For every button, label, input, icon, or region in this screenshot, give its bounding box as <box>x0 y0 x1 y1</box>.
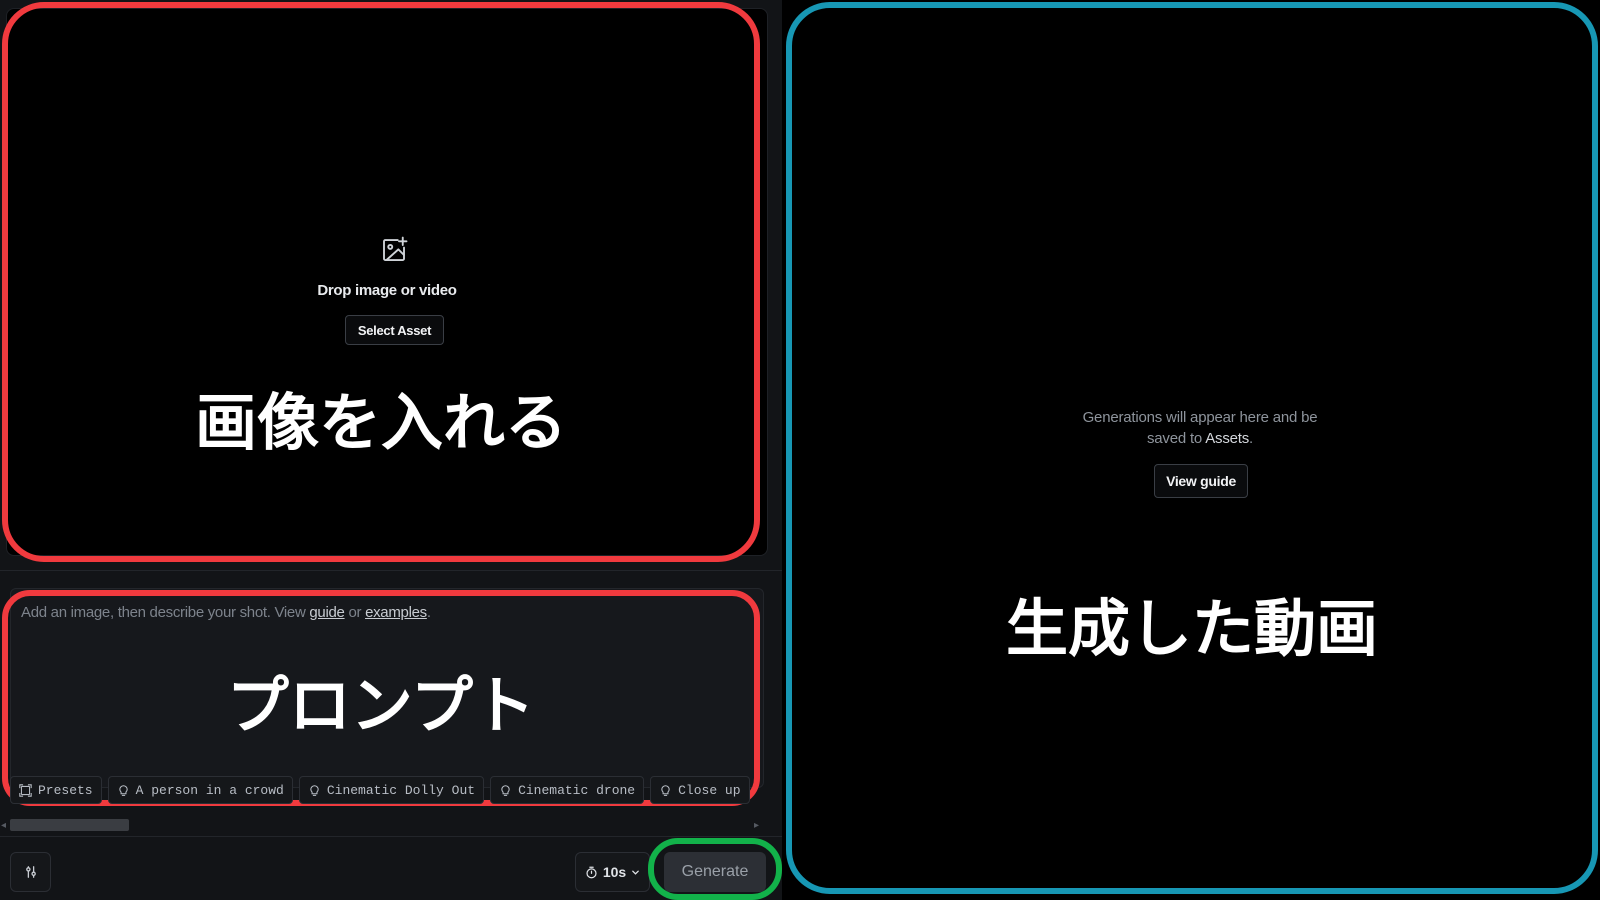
annotation-label-image-input: 画像を入れる <box>194 386 567 459</box>
empty-message-line2: saved to Assets. <box>1050 428 1350 449</box>
lightbulb-icon <box>661 784 670 796</box>
chip-suggestion[interactable]: Cinematic drone <box>490 776 645 804</box>
scrollbar-thumb[interactable] <box>10 819 129 831</box>
chevron-down-icon <box>632 870 640 875</box>
presets-icon <box>19 783 32 797</box>
chip-label: A person in a crowd <box>135 782 284 798</box>
view-guide-button[interactable]: View guide <box>1154 464 1248 498</box>
prompt-chips-row: Presets A person in a crowd Cinematic Do… <box>10 776 762 806</box>
guide-link[interactable]: guide <box>309 604 345 621</box>
empty-message-line1: Generations will appear here and be <box>1082 409 1318 426</box>
dropzone-label: Drop image or video <box>317 282 457 299</box>
panel-divider <box>0 570 782 571</box>
sliders-icon <box>25 866 36 878</box>
lightbulb-icon <box>118 784 128 796</box>
settings-button[interactable] <box>10 852 51 892</box>
chip-presets[interactable]: Presets <box>10 776 102 804</box>
placeholder-text: Add an image, then describe your shot. V… <box>21 604 310 621</box>
chip-suggestion[interactable]: A person in a crowd <box>107 776 293 804</box>
image-plus-icon <box>383 236 408 261</box>
empty-message-suffix: . <box>1249 430 1254 447</box>
assets-link[interactable]: Assets <box>1205 430 1249 447</box>
prompt-placeholder: Add an image, then describe your shot. V… <box>21 604 431 621</box>
scroll-left-arrow-icon[interactable]: ◂ <box>1 820 6 831</box>
output-panel <box>782 0 1600 900</box>
duration-selector[interactable]: 10s <box>575 852 650 892</box>
media-dropzone[interactable]: Drop image or video Select Asset <box>6 8 768 556</box>
empty-state-message: Generations will appear here and be save… <box>1050 407 1350 449</box>
scroll-right-arrow-icon[interactable]: ▸ <box>754 820 759 831</box>
chip-suggestion[interactable]: Cinematic Dolly Out <box>298 776 485 804</box>
dropzone-content: Drop image or video Select Asset <box>7 9 767 555</box>
stopwatch-icon <box>586 866 597 878</box>
chip-label: Cinematic Dolly Out <box>326 782 476 798</box>
examples-link[interactable]: examples <box>365 604 427 621</box>
chip-label: Presets <box>38 782 93 798</box>
chip-label: Close up <box>678 782 741 798</box>
lightbulb-icon <box>310 784 319 796</box>
lightbulb-icon <box>501 784 510 796</box>
placeholder-suffix: . <box>426 604 431 621</box>
annotation-label-output: 生成した動画 <box>1005 592 1378 665</box>
select-asset-button[interactable]: Select Asset <box>345 315 444 345</box>
annotation-label-prompt: プロンプト <box>226 669 536 742</box>
chip-label: Cinematic drone <box>518 782 636 798</box>
generate-button[interactable]: Generate <box>664 852 766 892</box>
empty-message-prefix: saved to <box>1146 430 1206 447</box>
chip-suggestion[interactable]: Close up <box>650 776 750 804</box>
duration-value: 10s <box>602 864 627 880</box>
placeholder-or: or <box>344 604 366 621</box>
